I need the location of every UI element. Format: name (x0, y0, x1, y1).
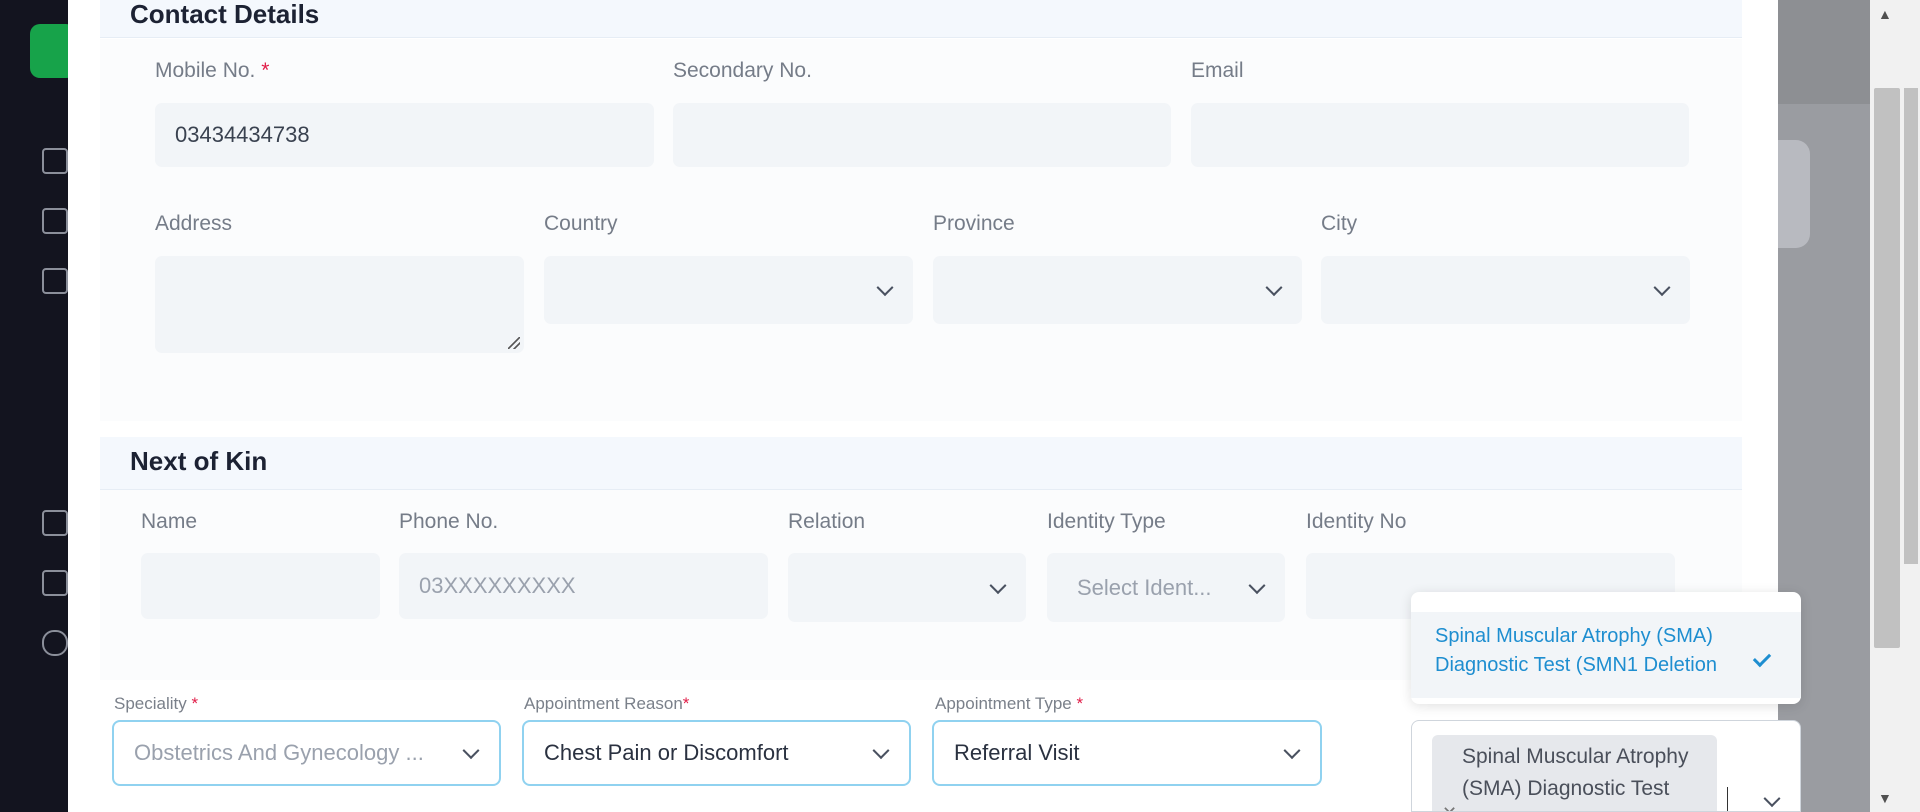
test-multiselect[interactable]: Spinal Muscular Atrophy (SMA) Diagnostic… (1411, 720, 1801, 812)
identity-type-label: Identity Type (1047, 510, 1166, 533)
bell-icon[interactable] (42, 630, 68, 656)
province-select[interactable] (933, 256, 1302, 324)
identity-type-placeholder: Select Ident... (1077, 574, 1212, 600)
country-select[interactable] (544, 256, 913, 324)
speciality-select[interactable]: Obstetrics And Gynecology ... (112, 720, 501, 786)
mobile-label: Mobile No. * (155, 59, 270, 82)
appointment-type-value: Referral Visit (954, 740, 1080, 765)
identity-type-select[interactable]: Select Ident... (1047, 553, 1285, 622)
test-option-selected[interactable]: Spinal Muscular Atrophy (SMA) Diagnostic… (1411, 612, 1801, 698)
chevron-down-icon (1283, 742, 1301, 760)
appointment-reason-label: Appointment Reason* (524, 694, 690, 713)
scroll-down-icon[interactable]: ▼ (1878, 790, 1892, 806)
speciality-label: Speciality * (114, 694, 199, 713)
identity-no-label: Identity No (1306, 510, 1407, 533)
mobile-input[interactable]: 03434434738 (155, 103, 654, 167)
secondary-no-label: Secondary No. (673, 59, 812, 82)
selected-test-tag: Spinal Muscular Atrophy (SMA) Diagnostic… (1432, 735, 1717, 811)
id-card-icon[interactable] (42, 570, 68, 596)
contact-details-header: Contact Details (100, 0, 1742, 38)
chevron-down-icon (872, 742, 890, 760)
chevron-down-icon (876, 279, 894, 297)
appointment-type-select[interactable]: Referral Visit (932, 720, 1322, 786)
remove-tag-icon[interactable]: ✕ (1442, 797, 1457, 811)
chevron-down-icon (1248, 576, 1266, 594)
appointment-type-label: Appointment Type * (935, 694, 1084, 713)
chevron-down-icon (462, 742, 480, 760)
selected-test-tag-label: Spinal Muscular Atrophy (SMA) Diagnostic… (1462, 745, 1689, 811)
chevron-down-icon (1653, 279, 1671, 297)
test-option-label: Spinal Muscular Atrophy (SMA) Diagnostic… (1435, 625, 1717, 676)
page-scrollbar[interactable]: ▲ ▼ (1870, 0, 1920, 812)
email-label: Email (1191, 59, 1244, 82)
relation-label: Relation (788, 510, 866, 533)
speciality-value: Obstetrics And Gynecology ... (134, 740, 424, 765)
patient-modal: Contact Details Mobile No. * 03434434738… (68, 0, 1801, 812)
appointment-reason-select[interactable]: Chest Pain or Discomfort (522, 720, 911, 786)
shield-icon[interactable] (42, 208, 68, 234)
chevron-down-icon (989, 576, 1007, 594)
kin-name-label: Name (141, 510, 198, 533)
secondary-no-input[interactable] (673, 103, 1171, 167)
text-caret (1727, 787, 1728, 811)
address-label: Address (155, 212, 233, 235)
contact-details-panel: Mobile No. * 03434434738 Secondary No. E… (100, 39, 1742, 421)
kin-name-input[interactable] (141, 553, 380, 619)
calendar-icon[interactable] (42, 268, 68, 294)
test-options-dropdown: Spinal Muscular Atrophy (SMA) Diagnostic… (1411, 592, 1801, 704)
dashboard-icon[interactable] (42, 148, 68, 174)
city-select[interactable] (1321, 256, 1690, 324)
scroll-thumb[interactable] (1874, 88, 1900, 648)
kin-phone-input[interactable]: 03XXXXXXXXX (399, 553, 768, 619)
email-input[interactable] (1191, 103, 1689, 167)
chevron-down-icon (1265, 279, 1283, 297)
app-sidebar (0, 0, 76, 812)
address-textarea[interactable] (155, 256, 524, 353)
country-label: Country (544, 212, 618, 235)
chevron-down-icon[interactable] (1763, 790, 1781, 808)
next-of-kin-title: Next of Kin (130, 446, 268, 476)
city-label: City (1321, 212, 1358, 235)
user-icon[interactable] (42, 510, 68, 536)
relation-select[interactable] (788, 553, 1026, 622)
appointment-reason-value: Chest Pain or Discomfort (544, 740, 789, 765)
scroll-thumb-secondary[interactable] (1904, 88, 1918, 564)
resize-handle-icon[interactable] (508, 337, 520, 349)
contact-details-title: Contact Details (130, 0, 320, 29)
province-label: Province (933, 212, 1015, 235)
next-of-kin-header: Next of Kin (100, 437, 1742, 490)
kin-phone-label: Phone No. (399, 510, 499, 533)
check-icon (1752, 648, 1772, 668)
scroll-up-icon[interactable]: ▲ (1878, 6, 1892, 22)
